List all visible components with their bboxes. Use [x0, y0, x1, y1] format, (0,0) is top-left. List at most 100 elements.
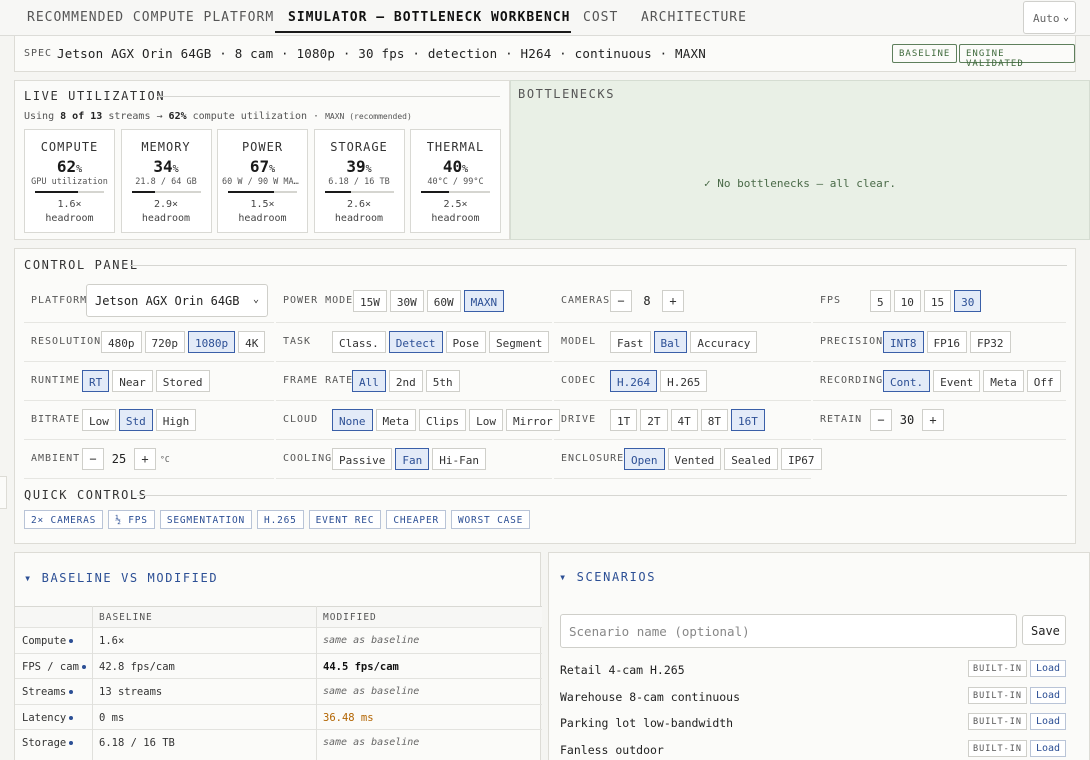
option-cloud[interactable]: Mirror [506, 409, 560, 431]
option-drive[interactable]: 1T [610, 409, 638, 431]
increment-button[interactable]: + [922, 409, 944, 431]
option-frame-rate[interactable]: 5th [425, 370, 460, 392]
quick-control-button[interactable]: ½ FPS [108, 510, 155, 529]
tab-cost[interactable]: COST [583, 10, 618, 25]
option-enclosure[interactable]: IP67 [781, 448, 822, 470]
option-cloud[interactable]: Clips [419, 409, 467, 431]
option-power-mode[interactable]: 15W [353, 290, 387, 312]
option-power-mode[interactable]: MAXN [463, 290, 505, 312]
decrement-button[interactable]: − [610, 290, 632, 312]
control-panel: CONTROL PANEL PLATFORM Jetson AGX Orin 6… [14, 248, 1076, 544]
header-cell: MODIFIED [323, 612, 377, 623]
option-fps[interactable]: 5 [870, 290, 891, 312]
tab-architecture[interactable]: ARCHITECTURE [641, 10, 747, 25]
quick-control-button[interactable]: WORST CASE [450, 510, 531, 529]
option-resolution[interactable]: 1080p [188, 331, 236, 353]
option-task[interactable]: Pose [445, 331, 486, 353]
load-scenario-button[interactable]: Load [1030, 686, 1067, 704]
task-cell: TASK Class. Detect Pose Segment [276, 323, 552, 362]
decrement-button[interactable]: − [82, 448, 104, 470]
quick-control-button[interactable]: CHEAPER [386, 510, 446, 529]
option-frame-rate[interactable]: All [352, 370, 386, 392]
headroom-label: headroom [45, 213, 94, 224]
option-resolution[interactable]: 480p [101, 331, 142, 353]
side-drawer-handle[interactable] [0, 476, 7, 509]
option-fps[interactable]: 30 [954, 290, 982, 312]
scenario-row: Parking lot low-bandwidth BUILT-IN Load [560, 713, 1070, 733]
option-frame-rate[interactable]: 2nd [388, 370, 423, 392]
stepper-value[interactable]: 30 [892, 413, 922, 427]
option-model[interactable]: Accuracy [690, 331, 758, 353]
bvm-title[interactable]: ▾ BASELINE VS MODIFIED [24, 571, 218, 585]
option-precision[interactable]: FP16 [926, 331, 967, 353]
scenarios-title[interactable]: ▾ SCENARIOS [559, 570, 656, 584]
option-drive[interactable]: 16T [731, 409, 765, 431]
option-bitrate[interactable]: Low [82, 409, 116, 431]
option-precision[interactable]: FP32 [970, 331, 1011, 353]
option-recording[interactable]: Event [933, 370, 981, 392]
quick-control-button[interactable]: H.265 [257, 510, 304, 529]
info-dot-icon[interactable] [69, 741, 74, 745]
option-enclosure[interactable]: Vented [667, 448, 722, 470]
quick-control-button[interactable]: EVENT REC [308, 510, 382, 529]
option-drive[interactable]: 8T [700, 409, 728, 431]
info-dot-icon[interactable] [81, 664, 86, 669]
option-enclosure[interactable]: Open [624, 448, 665, 470]
load-scenario-button[interactable]: Load [1030, 740, 1067, 758]
option-bitrate[interactable]: Std [118, 409, 153, 431]
option-recording[interactable]: Cont. [883, 370, 931, 392]
option-runtime[interactable]: Near [112, 370, 153, 392]
tab-simulator[interactable]: SIMULATOR — BOTTLENECK WORKBENCH [288, 10, 570, 25]
top-nav: RECOMMENDED COMPUTE PLATFORM SIMULATOR —… [0, 0, 1090, 36]
option-power-mode[interactable]: 30W [389, 290, 424, 312]
option-task[interactable]: Detect [388, 331, 443, 353]
scenario-name-input[interactable]: Scenario name (optional) [560, 614, 1017, 648]
option-recording[interactable]: Off [1026, 370, 1061, 392]
option-resolution[interactable]: 4K [238, 331, 266, 353]
option-task[interactable]: Class. [332, 331, 386, 353]
option-cloud[interactable]: Meta [375, 409, 416, 431]
option-resolution[interactable]: 720p [144, 331, 185, 353]
decrement-button[interactable]: − [870, 409, 892, 431]
stepper-value[interactable]: 8 [632, 294, 662, 308]
metric-name: Latency [22, 711, 67, 724]
option-recording[interactable]: Meta [983, 370, 1024, 392]
option-power-mode[interactable]: 60W [426, 290, 461, 312]
scenario-name: Retail 4-cam H.265 [560, 663, 685, 677]
quick-control-button[interactable]: SEGMENTATION [159, 510, 253, 529]
option-drive[interactable]: 4T [670, 409, 698, 431]
option-drive[interactable]: 2T [640, 409, 668, 431]
gauge-name: THERMAL [426, 140, 485, 154]
load-scenario-button[interactable]: Load [1030, 660, 1067, 677]
option-cloud[interactable]: Low [469, 409, 503, 431]
option-model[interactable]: Bal [653, 331, 688, 353]
platform-select[interactable]: Jetson AGX Orin 64GB ⌄ [86, 284, 268, 317]
option-bitrate[interactable]: High [155, 409, 197, 431]
option-cooling[interactable]: Fan [395, 448, 430, 470]
increment-button[interactable]: + [134, 448, 156, 470]
tab-recommended[interactable]: RECOMMENDED COMPUTE PLATFORM [27, 10, 274, 25]
option-codec[interactable]: H.265 [660, 370, 708, 392]
option-precision[interactable]: INT8 [883, 331, 924, 353]
option-fps[interactable]: 10 [893, 290, 921, 312]
option-codec[interactable]: H.264 [610, 370, 658, 392]
option-runtime[interactable]: RT [82, 370, 110, 392]
info-dot-icon[interactable] [69, 639, 74, 643]
save-scenario-button[interactable]: Save [1022, 615, 1066, 645]
auto-select[interactable]: Auto ⌄ [1023, 1, 1076, 34]
option-cooling[interactable]: Hi-Fan [432, 448, 486, 470]
metric-cell: Latency [22, 705, 92, 730]
option-enclosure[interactable]: Sealed [724, 448, 778, 470]
option-cooling[interactable]: Passive [332, 448, 393, 470]
info-dot-icon[interactable] [69, 715, 74, 720]
option-task[interactable]: Segment [489, 331, 550, 353]
quick-control-button[interactable]: 2× CAMERAS [24, 510, 104, 529]
increment-button[interactable]: + [662, 290, 684, 312]
option-model[interactable]: Fast [610, 331, 651, 353]
option-runtime[interactable]: Stored [155, 370, 210, 392]
option-cloud[interactable]: None [332, 409, 373, 431]
stepper-value[interactable]: 25 [104, 452, 134, 466]
load-scenario-button[interactable]: Load [1030, 713, 1067, 731]
option-fps[interactable]: 15 [923, 290, 952, 312]
info-dot-icon[interactable] [69, 690, 74, 694]
